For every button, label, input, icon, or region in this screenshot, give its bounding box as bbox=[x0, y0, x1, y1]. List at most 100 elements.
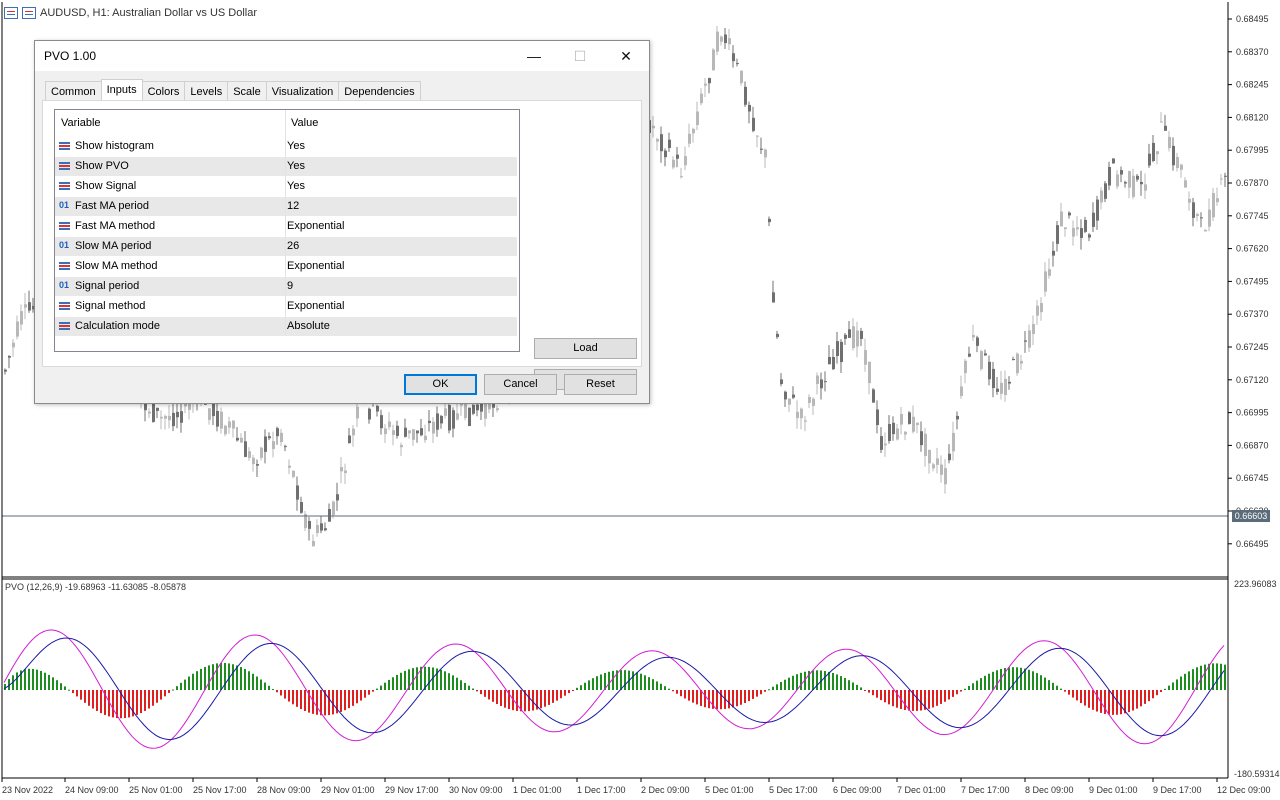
indicator-min-label: -180.59314 bbox=[1234, 769, 1280, 779]
input-value[interactable]: Yes bbox=[287, 140, 305, 152]
list-icon bbox=[59, 302, 70, 311]
input-value[interactable]: Exponential bbox=[287, 300, 345, 312]
time-tick-label: 23 Nov 2022 bbox=[2, 785, 53, 795]
time-tick-label: 1 Dec 17:00 bbox=[577, 785, 626, 795]
price-tick-label: 0.67745 bbox=[1236, 211, 1269, 221]
price-tick-label: 0.68370 bbox=[1236, 47, 1269, 57]
input-row[interactable]: Slow MA method Exponential bbox=[55, 256, 517, 276]
cancel-button[interactable]: Cancel bbox=[484, 374, 557, 395]
tab-levels[interactable]: Levels bbox=[184, 81, 229, 100]
list-icon bbox=[59, 182, 70, 191]
input-value[interactable]: 26 bbox=[287, 240, 299, 252]
price-tick-label: 0.66495 bbox=[1236, 539, 1269, 549]
price-tick-label: 0.66995 bbox=[1236, 408, 1269, 418]
input-variable: Signal method bbox=[75, 300, 146, 312]
input-value[interactable]: 9 bbox=[287, 280, 293, 292]
tab-visualization[interactable]: Visualization bbox=[265, 81, 340, 100]
input-row[interactable]: Calculation mode Absolute bbox=[55, 316, 517, 336]
list-icon bbox=[59, 322, 70, 331]
value-column-header[interactable]: Value bbox=[291, 117, 318, 129]
time-tick-label: 5 Dec 17:00 bbox=[769, 785, 818, 795]
tab-inputs[interactable]: Inputs bbox=[100, 79, 143, 101]
input-variable: Show PVO bbox=[75, 160, 129, 172]
time-tick-label: 5 Dec 01:00 bbox=[705, 785, 754, 795]
input-variable: Show Signal bbox=[75, 180, 137, 192]
maximize-button[interactable]: ☐ bbox=[557, 41, 603, 71]
input-value[interactable]: 12 bbox=[287, 200, 299, 212]
indicator-max-label: 223.96083 bbox=[1234, 579, 1277, 589]
price-tick-label: 0.67870 bbox=[1236, 178, 1269, 188]
input-row[interactable]: 01 Signal period 9 bbox=[55, 276, 517, 296]
time-tick-label: 25 Nov 17:00 bbox=[193, 785, 247, 795]
chart-list-icon[interactable] bbox=[4, 7, 18, 19]
input-variable: Calculation mode bbox=[75, 320, 160, 332]
price-tick-label: 0.66870 bbox=[1236, 440, 1269, 450]
price-tick-label: 0.67120 bbox=[1236, 375, 1269, 385]
pvo-properties-dialog: PVO 1.00 — ☐ ✕ Common Inputs Colors Leve… bbox=[34, 40, 650, 404]
input-row[interactable]: Show Signal Yes bbox=[55, 176, 517, 196]
input-row[interactable]: Show histogram Yes bbox=[55, 136, 517, 156]
input-value[interactable]: Yes bbox=[287, 180, 305, 192]
input-variable: Slow MA method bbox=[75, 260, 158, 272]
input-row[interactable]: Show PVO Yes bbox=[55, 156, 517, 176]
pvo-histogram bbox=[4, 662, 1226, 719]
time-tick-label: 28 Nov 09:00 bbox=[257, 785, 311, 795]
tab-common[interactable]: Common bbox=[45, 81, 102, 100]
input-value[interactable]: Exponential bbox=[287, 260, 345, 272]
tab-colors[interactable]: Colors bbox=[141, 81, 186, 100]
current-price-tag: 0.66603 bbox=[1232, 510, 1270, 522]
input-variable: Slow MA period bbox=[75, 240, 152, 252]
input-value[interactable]: Absolute bbox=[287, 320, 330, 332]
load-button[interactable]: Load bbox=[534, 338, 637, 359]
dialog-title-bar[interactable]: PVO 1.00 — ☐ ✕ bbox=[35, 41, 649, 71]
chart-window-icon[interactable] bbox=[22, 7, 36, 19]
time-axis: 23 Nov 2022 24 Nov 09:00 25 Nov 01:00 25 No… bbox=[1, 778, 1271, 795]
number-icon: 01 bbox=[59, 240, 70, 250]
input-value[interactable]: Exponential bbox=[287, 220, 345, 232]
grid-header: Variable Value bbox=[55, 110, 517, 136]
input-row[interactable]: Signal method Exponential bbox=[55, 296, 517, 316]
inputs-panel: Variable Value Show histogram Yes Show PVO… bbox=[42, 100, 642, 390]
chart-title-bar: AUDUSD, H1: Australian Dollar vs US Doll… bbox=[4, 5, 257, 21]
time-tick-label: 9 Dec 17:00 bbox=[1153, 785, 1202, 795]
input-row[interactable]: 01 Fast MA period 12 bbox=[55, 196, 517, 216]
tab-dependencies[interactable]: Dependencies bbox=[338, 81, 421, 100]
list-icon bbox=[59, 222, 70, 231]
input-row[interactable]: 01 Slow MA period 26 bbox=[55, 236, 517, 256]
time-tick-label: 24 Nov 09:00 bbox=[65, 785, 119, 795]
input-variable: Show histogram bbox=[75, 140, 154, 152]
reset-button[interactable]: Reset bbox=[564, 374, 637, 395]
price-axis: 0.68495 0.68370 0.68245 0.68120 0.67995 0.678… bbox=[1228, 14, 1269, 549]
input-row[interactable]: Fast MA method Exponential bbox=[55, 216, 517, 236]
list-icon bbox=[59, 142, 70, 151]
ok-button[interactable]: OK bbox=[404, 374, 477, 395]
price-tick-label: 0.67995 bbox=[1236, 145, 1269, 155]
input-value[interactable]: Yes bbox=[287, 160, 305, 172]
dialog-tabs: Common Inputs Colors Levels Scale Visual… bbox=[45, 79, 421, 101]
list-icon bbox=[59, 262, 70, 271]
input-variable: Fast MA period bbox=[75, 200, 149, 212]
time-tick-label: 2 Dec 09:00 bbox=[641, 785, 690, 795]
price-tick-label: 0.68120 bbox=[1236, 112, 1269, 122]
minimize-button[interactable]: — bbox=[511, 41, 557, 71]
time-tick-label: 9 Dec 01:00 bbox=[1089, 785, 1138, 795]
tab-scale[interactable]: Scale bbox=[227, 81, 267, 100]
time-tick-label: 25 Nov 01:00 bbox=[129, 785, 183, 795]
price-tick-label: 0.68245 bbox=[1236, 80, 1269, 90]
time-tick-label: 6 Dec 09:00 bbox=[833, 785, 882, 795]
price-tick-label: 0.67370 bbox=[1236, 309, 1269, 319]
variable-column-header[interactable]: Variable bbox=[61, 117, 101, 129]
time-tick-label: 30 Nov 09:00 bbox=[449, 785, 503, 795]
time-tick-label: 1 Dec 01:00 bbox=[513, 785, 562, 795]
number-icon: 01 bbox=[59, 280, 70, 290]
time-tick-label: 29 Nov 17:00 bbox=[385, 785, 439, 795]
time-tick-label: 12 Dec 09:00 bbox=[1217, 785, 1271, 795]
time-tick-label: 29 Nov 01:00 bbox=[321, 785, 375, 795]
chart-symbol-title: AUDUSD, H1: Australian Dollar vs US Doll… bbox=[40, 7, 258, 19]
price-tick-label: 0.68495 bbox=[1236, 14, 1269, 24]
dialog-title: PVO 1.00 bbox=[44, 49, 97, 63]
input-variable: Fast MA method bbox=[75, 220, 156, 232]
close-button[interactable]: ✕ bbox=[603, 41, 649, 71]
number-icon: 01 bbox=[59, 200, 70, 210]
time-tick-label: 7 Dec 17:00 bbox=[961, 785, 1010, 795]
